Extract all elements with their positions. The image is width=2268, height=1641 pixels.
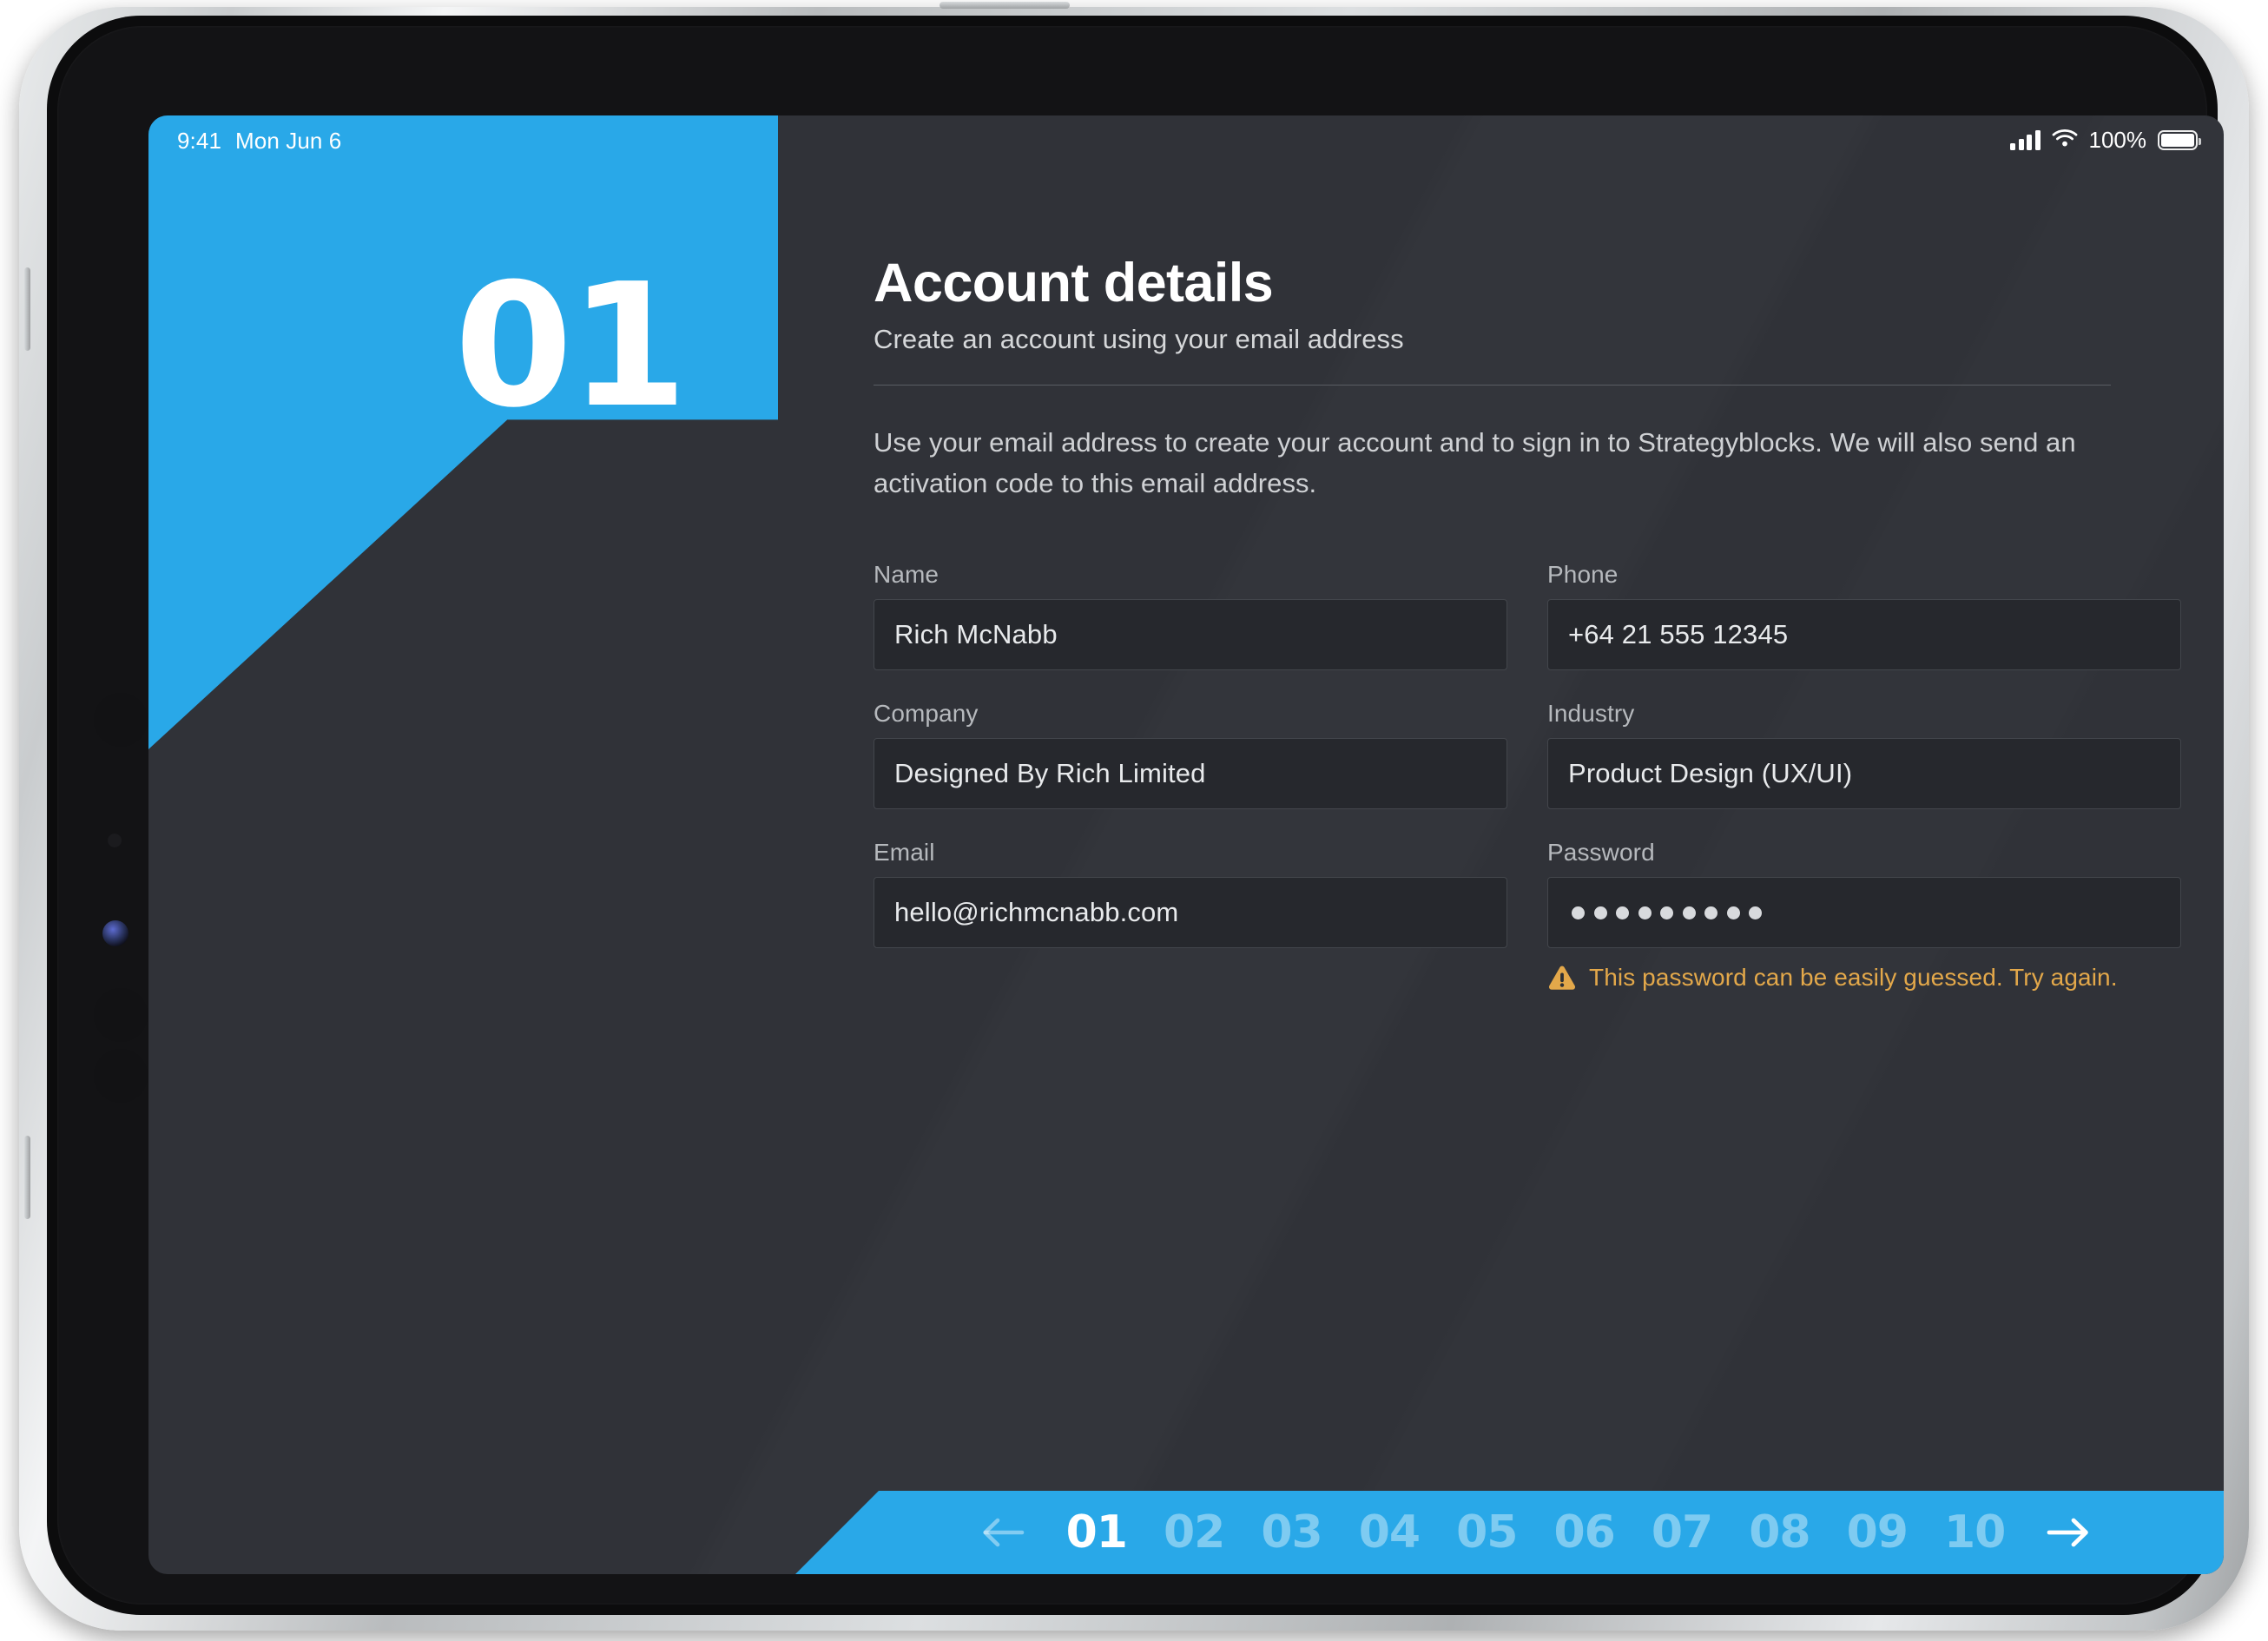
volume-up-button[interactable]	[24, 267, 30, 351]
battery-percent-label: 100%	[2088, 127, 2147, 153]
password-input[interactable]	[1547, 877, 2181, 949]
pager-step-07[interactable]: 07	[1633, 1510, 1731, 1555]
arrow-right-icon[interactable]	[2023, 1516, 2113, 1549]
power-button[interactable]	[940, 2, 1070, 9]
cellular-signal-icon	[2010, 129, 2041, 150]
company-input[interactable]: Designed By Rich Limited	[874, 738, 1507, 810]
pager-step-01[interactable]: 01	[1048, 1510, 1145, 1555]
step-badge: 01	[148, 115, 778, 749]
pager-step-04[interactable]: 04	[1341, 1510, 1438, 1555]
step-pager-step-list: 01 02 03 04 05 06 07 08 09 10	[1048, 1510, 2024, 1555]
email-input[interactable]: hello@richmcnabb.com	[874, 877, 1507, 949]
password-error-message: This password can be easily guessed. Try…	[1547, 963, 2181, 992]
speaker-grille-icon	[94, 988, 148, 1042]
pager-step-08[interactable]: 08	[1731, 1510, 1828, 1555]
field-label-email: Email	[874, 839, 935, 867]
field-name: Name Rich McNabb	[874, 561, 1507, 671]
pager-step-09[interactable]: 09	[1829, 1510, 1926, 1555]
phone-input[interactable]: +64 21 555 12345	[1547, 599, 2181, 671]
status-date: Mon Jun 6	[235, 128, 342, 154]
field-label-name: Name	[874, 561, 940, 589]
main-content: Account details Create an account using …	[782, 115, 2224, 1574]
status-time: 9:41	[177, 128, 222, 154]
warning-triangle-icon	[1547, 963, 1577, 992]
step-pager-items: 01 02 03 04 05 06 07 08 09 10	[795, 1491, 2224, 1574]
status-bar-left: 9:41 Mon Jun 6	[177, 128, 341, 155]
step-pager: 01 02 03 04 05 06 07 08 09 10	[148, 1491, 2224, 1574]
intro-paragraph: Use your email address to create your ac…	[874, 427, 2076, 499]
volume-down-button[interactable]	[24, 1136, 30, 1219]
tablet-device-frame: 01 9:41 Mon Jun 6 100% Account details C…	[19, 2, 2249, 1631]
microphone-icon	[108, 834, 122, 847]
password-masked-value	[1568, 906, 1762, 919]
field-industry: Industry Product Design (UX/UI)	[1547, 700, 2181, 810]
front-camera-icon	[102, 920, 129, 946]
field-company: Company Designed By Rich Limited	[874, 700, 1507, 810]
status-bar-right: 100%	[2010, 127, 2202, 154]
industry-input[interactable]: Product Design (UX/UI)	[1547, 738, 2181, 810]
name-input[interactable]: Rich McNabb	[874, 599, 1507, 671]
field-password: Password This password can be easily gue…	[1547, 839, 2181, 992]
page-title: Account details	[874, 253, 1274, 313]
field-label-industry: Industry	[1547, 700, 1635, 728]
field-email: Email hello@richmcnabb.com	[874, 839, 1507, 992]
step-badge-number: 01	[454, 247, 688, 445]
tablet-bezel: 01 9:41 Mon Jun 6 100% Account details C…	[57, 26, 2224, 1605]
wifi-icon	[2052, 127, 2078, 154]
pager-step-10[interactable]: 10	[1926, 1510, 2023, 1555]
status-bar: 9:41 Mon Jun 6 100%	[148, 115, 2224, 166]
account-details-form: Name Rich McNabb Phone +64 21 555 12345 …	[874, 561, 2181, 1022]
pager-step-05[interactable]: 05	[1438, 1510, 1535, 1555]
speaker-grille-icon	[94, 1049, 148, 1103]
pager-step-03[interactable]: 03	[1243, 1510, 1340, 1555]
page-subtitle: Create an account using your email addre…	[874, 324, 1404, 355]
speaker-grille-icon	[94, 693, 148, 747]
pager-step-02[interactable]: 02	[1145, 1510, 1243, 1555]
pager-step-06[interactable]: 06	[1536, 1510, 1633, 1555]
field-phone: Phone +64 21 555 12345	[1547, 561, 2181, 671]
field-label-password: Password	[1547, 839, 1655, 867]
tablet-screen: 01 9:41 Mon Jun 6 100% Account details C…	[148, 115, 2224, 1574]
tablet-body: 01 9:41 Mon Jun 6 100% Account details C…	[47, 16, 2224, 1615]
field-label-phone: Phone	[1547, 561, 1619, 589]
field-label-company: Company	[874, 700, 979, 728]
password-error-text: This password can be easily guessed. Try…	[1589, 964, 2118, 992]
battery-full-icon	[2158, 130, 2202, 150]
title-divider	[874, 385, 2111, 386]
arrow-left-icon[interactable]	[958, 1516, 1048, 1549]
